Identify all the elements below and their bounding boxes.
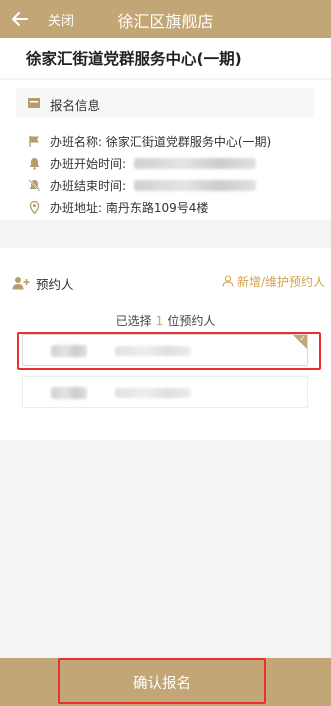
booker-title: 预约人 xyxy=(36,277,74,292)
add-booker-label: 新增/维护预约人 xyxy=(236,275,325,289)
booker-item-selected[interactable]: ✓ xyxy=(22,334,308,366)
redacted-name xyxy=(51,387,87,399)
add-booker-link[interactable]: 新增/维护预约人 xyxy=(222,273,325,290)
info-label: 办班地址: 南丹东路109号4楼 xyxy=(50,201,209,215)
page-title: 徐家汇街道党群服务中心(一期) xyxy=(26,50,242,68)
redacted-end-time xyxy=(134,180,256,191)
info-label: 办班开始时间: xyxy=(50,157,127,171)
selected-count: 1 xyxy=(155,314,164,328)
selected-count-text: 已选择 1 位预约人 xyxy=(0,312,331,329)
redacted-id xyxy=(115,346,191,356)
redacted-start-time xyxy=(134,158,256,169)
redacted-id xyxy=(115,388,191,398)
top-bar: 关闭 徐汇区旗舰店 xyxy=(0,0,331,38)
check-icon: ✓ xyxy=(299,334,306,343)
section-title: 报名信息 xyxy=(50,98,101,113)
booker-item[interactable] xyxy=(22,376,308,408)
booker-card: 预约人 新增/维护预约人 已选择 1 位预约人 ✓ xyxy=(0,248,331,440)
selected-suffix: 位预约人 xyxy=(167,314,216,328)
section-header: 报名信息 xyxy=(16,88,314,118)
confirm-registration-button[interactable]: 确认报名 xyxy=(58,658,266,706)
info-label: 办班结束时间: xyxy=(50,179,127,193)
selected-prefix: 已选择 xyxy=(115,314,152,328)
flag-icon xyxy=(29,136,39,147)
bell-icon xyxy=(29,158,40,170)
registration-info-card: 报名信息 办班名称: 徐家汇街道党群服务中心(一期) 办班开始时间: 办班结束时… xyxy=(0,80,331,220)
person-outline-icon xyxy=(222,275,234,287)
app-title: 徐汇区旗舰店 xyxy=(117,12,214,31)
footer-bar: 确认报名 xyxy=(0,658,331,706)
header-card: 徐家汇街道党群服务中心(一期) xyxy=(0,38,331,78)
user-add-icon xyxy=(12,277,30,290)
location-pin-icon xyxy=(29,201,40,214)
info-label: 办班名称: 徐家汇街道党群服务中心(一期) xyxy=(50,135,272,149)
bell-off-icon xyxy=(28,179,41,192)
redacted-name xyxy=(51,345,87,357)
info-box-icon xyxy=(28,98,40,108)
